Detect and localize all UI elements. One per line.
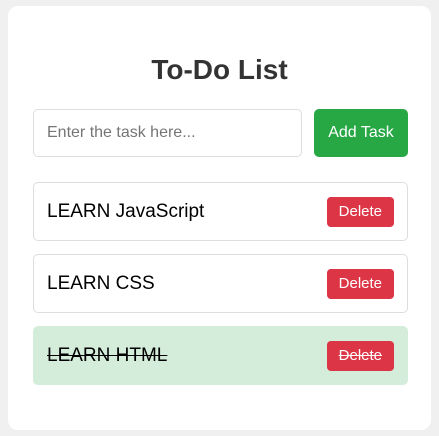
add-task-button[interactable]: Add Task (314, 109, 408, 157)
task-item[interactable]: LEARN JavaScript Delete (33, 182, 408, 241)
task-text[interactable]: LEARN HTML (47, 345, 167, 367)
delete-task-button[interactable]: Delete (326, 268, 394, 299)
task-text[interactable]: LEARN JavaScript (47, 201, 204, 223)
delete-task-button[interactable]: Delete (326, 340, 394, 371)
task-text[interactable]: LEARN CSS (47, 273, 155, 295)
task-input[interactable] (33, 109, 302, 157)
task-item[interactable]: LEARN CSS Delete (33, 254, 408, 313)
task-item[interactable]: LEARN HTML Delete (33, 326, 408, 385)
task-list: LEARN JavaScript Delete LEARN CSS Delete… (33, 182, 408, 398)
todo-container: To-Do List Add Task LEARN JavaScript Del… (8, 6, 431, 430)
delete-task-button[interactable]: Delete (326, 196, 394, 227)
page-title: To-Do List (151, 54, 288, 85)
